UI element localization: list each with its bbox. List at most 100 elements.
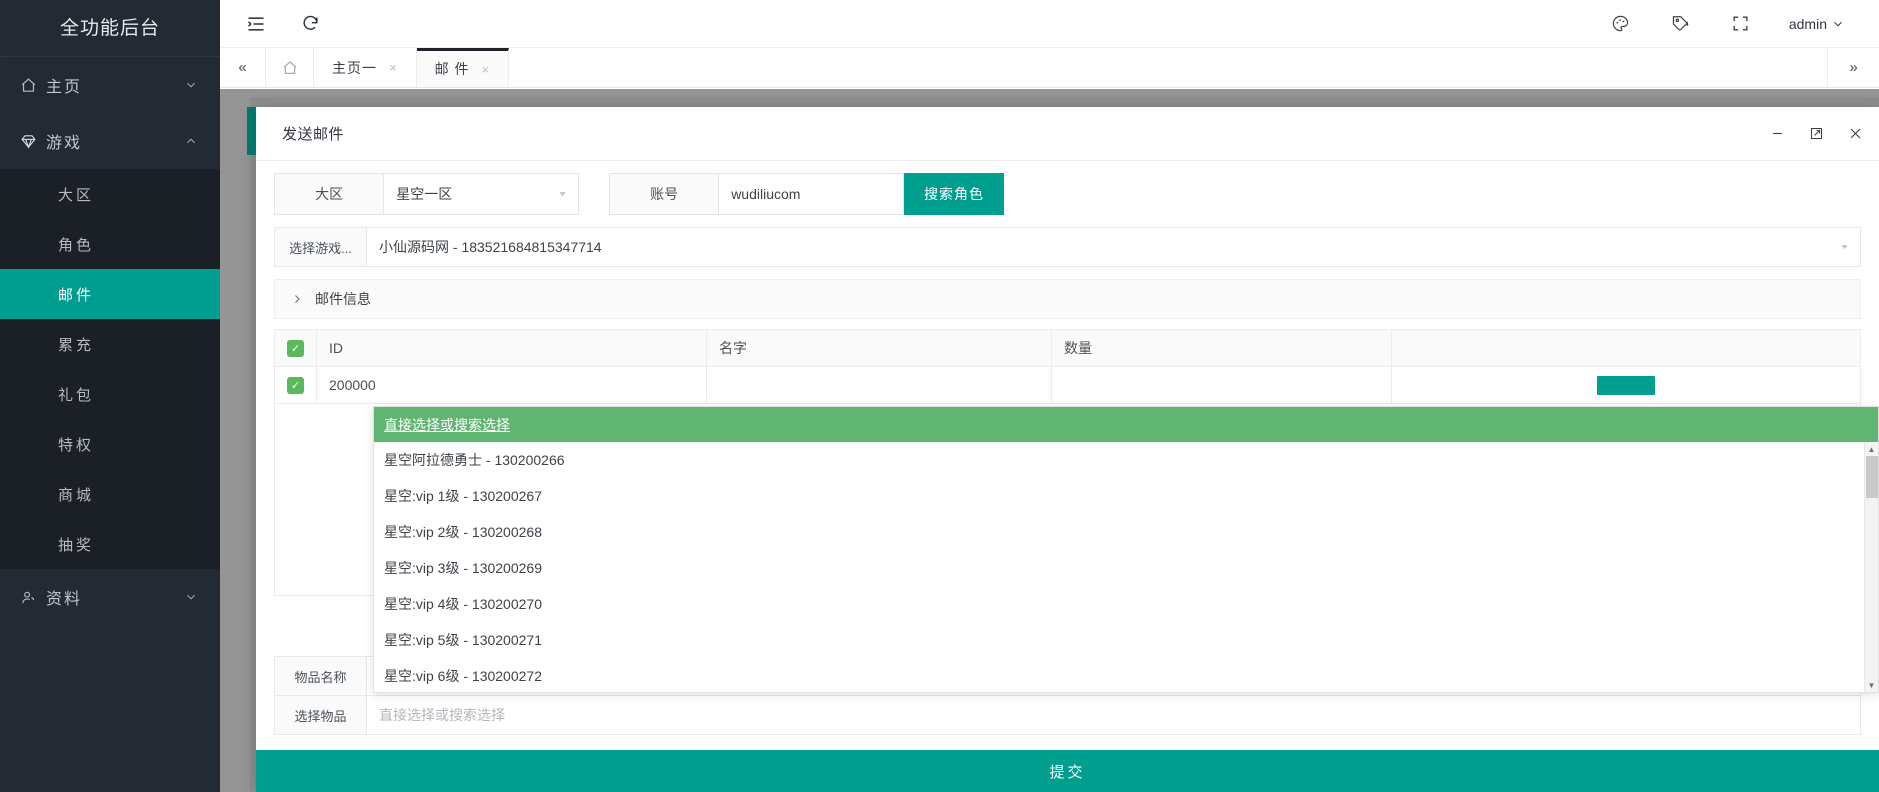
game-label: 选择游戏... — [275, 228, 367, 266]
sidebar-item-choujiang[interactable]: 抽奖 — [0, 519, 220, 569]
tag-icon[interactable] — [1669, 12, 1693, 36]
minimize-icon[interactable] — [1770, 126, 1785, 141]
tab-home-page[interactable]: 主页一 × — [314, 48, 417, 87]
account-label: 账号 — [610, 174, 720, 214]
tab-bar: « 主页一 × 邮 件 × » — [220, 48, 1879, 88]
chevron-down-icon — [1831, 17, 1845, 31]
brand-title: 全功能后台 — [0, 0, 220, 57]
dropdown-option[interactable]: 星空:vip 1级 - 130200267 — [374, 478, 1864, 514]
home-icon — [20, 77, 46, 94]
dropdown-option[interactable]: 星空阿拉德勇士 - 130200266 — [374, 442, 1864, 478]
role-select-dropdown: 直接选择或搜索选择 星空阿拉德勇士 - 130200266 星空:vip 1级 … — [373, 406, 1879, 693]
tab-mail[interactable]: 邮 件 × — [416, 48, 510, 87]
cell-name — [707, 367, 1052, 403]
chevron-down-icon — [184, 78, 198, 92]
sidebar-item-shangcheng[interactable]: 商城 — [0, 469, 220, 519]
dialog-title: 发送邮件 — [282, 126, 345, 143]
sidebar-group-game[interactable]: 游戏 — [0, 113, 220, 169]
tab-label: 邮 件 — [434, 61, 470, 77]
sidebar-item-youjian[interactable]: 邮件 — [0, 269, 220, 319]
dropdown-option[interactable]: 星空:vip 2级 - 130200268 — [374, 514, 1864, 550]
top-header: admin — [220, 0, 1879, 48]
col-header-id: ID — [317, 330, 707, 366]
account-input[interactable]: wudiliucom — [719, 174, 903, 214]
close-icon[interactable]: × — [389, 60, 398, 75]
close-icon[interactable]: × — [481, 62, 490, 77]
table-header-row: ✓ ID 名字 数量 — [275, 330, 1860, 367]
dropdown-option[interactable]: 星空:vip 5级 - 130200271 — [374, 622, 1864, 658]
sidebar-item-juese[interactable]: 角色 — [0, 219, 220, 269]
table-row: ✓ 200000 — [275, 367, 1860, 404]
scroll-down-icon[interactable]: ▼ — [1865, 678, 1878, 692]
col-header-name: 名字 — [707, 330, 1052, 366]
col-header-qty: 数量 — [1052, 330, 1392, 366]
game-value[interactable]: 小仙源码网 - 183521684815347714 — [367, 228, 1860, 266]
tab-scroll-prev[interactable]: « — [220, 48, 266, 87]
region-select[interactable]: 大区 星空一区 — [274, 173, 579, 215]
select-all-checkbox[interactable]: ✓ — [287, 339, 304, 357]
sidebar: 全功能后台 主页 游戏 大区 角色 邮件 累充 礼包 特权 商城 抽奖 资料 — [0, 0, 220, 792]
select-item-label: 选择物品 — [275, 696, 367, 734]
sidebar-group-profile[interactable]: 资料 — [0, 569, 220, 625]
chevron-up-icon — [184, 134, 198, 148]
menu-fold-icon[interactable] — [244, 12, 268, 36]
item-name-label: 物品名称 — [275, 657, 367, 695]
dropdown-option[interactable]: 星空:vip 4级 - 130200270 — [374, 586, 1864, 622]
chevron-right-icon — [291, 293, 303, 305]
admin-label: admin — [1788, 15, 1827, 32]
game-value-text: 小仙源码网 - 183521684815347714 — [379, 239, 602, 255]
admin-menu[interactable]: admin — [1789, 16, 1845, 32]
chevron-down-icon — [557, 189, 568, 200]
user-icon — [20, 589, 46, 606]
refresh-icon[interactable] — [298, 12, 322, 36]
row-gap — [579, 173, 609, 215]
col-header-actions — [1392, 330, 1860, 366]
dialog-accent-strip — [247, 107, 256, 155]
select-item-row[interactable]: 选择物品 直接选择或搜索选择 — [274, 695, 1861, 735]
row-checkbox[interactable]: ✓ — [287, 376, 304, 394]
chevron-down-icon — [184, 590, 198, 604]
account-field[interactable]: 账号 wudiliucom — [609, 173, 904, 215]
cell-id: 200000 — [317, 367, 707, 403]
tab-scroll-next[interactable]: » — [1827, 48, 1879, 87]
sidebar-submenu-game: 大区 角色 邮件 累充 礼包 特权 商城 抽奖 — [0, 169, 220, 569]
tab-label: 主页一 — [332, 59, 377, 76]
scrollbar-thumb[interactable] — [1866, 456, 1878, 498]
sidebar-item-label: 商城 — [58, 486, 95, 504]
submit-button[interactable]: 提交 — [256, 750, 1879, 792]
tab-home-icon[interactable] — [266, 48, 314, 87]
account-value-text: wudiliucom — [731, 186, 801, 202]
sidebar-item-daqu[interactable]: 大区 — [0, 169, 220, 219]
maximize-icon[interactable] — [1809, 126, 1824, 141]
dropdown-option[interactable]: 星空:vip 3级 - 130200269 — [374, 550, 1864, 586]
sidebar-item-leichong[interactable]: 累充 — [0, 319, 220, 369]
sidebar-item-tequan[interactable]: 特权 — [0, 419, 220, 469]
dropdown-option[interactable]: 星空:vip 6级 - 130200272 — [374, 658, 1864, 692]
sidebar-group-home[interactable]: 主页 — [0, 57, 220, 113]
row-action-button[interactable] — [1597, 375, 1655, 395]
dialog-window-controls — [1770, 126, 1863, 141]
sidebar-item-label: 礼包 — [58, 386, 95, 404]
header-right-tools: admin — [1609, 12, 1879, 36]
scroll-up-icon[interactable]: ▲ — [1865, 442, 1878, 456]
mail-info-collapse[interactable]: 邮件信息 — [274, 279, 1861, 319]
header-left-tools — [220, 12, 322, 36]
select-item-input[interactable]: 直接选择或搜索选择 — [367, 696, 1860, 734]
region-value[interactable]: 星空一区 — [384, 174, 578, 214]
chevron-down-icon — [1839, 242, 1850, 253]
close-icon[interactable] — [1848, 126, 1863, 141]
dropdown-search-field[interactable]: 直接选择或搜索选择 — [374, 407, 1878, 442]
dialog-header: 发送邮件 — [256, 107, 1879, 161]
dropdown-scrollbar[interactable]: ▲ ▼ — [1864, 442, 1878, 692]
sidebar-group-label: 主页 — [46, 79, 83, 96]
fullscreen-icon[interactable] — [1729, 12, 1753, 36]
game-select-row[interactable]: 选择游戏... 小仙源码网 - 183521684815347714 — [274, 227, 1861, 267]
select-all-cell: ✓ — [275, 330, 317, 366]
sidebar-group-label: 游戏 — [46, 135, 83, 152]
sidebar-item-label: 特权 — [58, 436, 95, 454]
sidebar-item-label: 累充 — [58, 336, 95, 354]
search-role-button[interactable]: 搜索角色 — [904, 173, 1004, 215]
palette-icon[interactable] — [1609, 12, 1633, 36]
sidebar-item-libao[interactable]: 礼包 — [0, 369, 220, 419]
sidebar-item-label: 抽奖 — [58, 536, 95, 554]
